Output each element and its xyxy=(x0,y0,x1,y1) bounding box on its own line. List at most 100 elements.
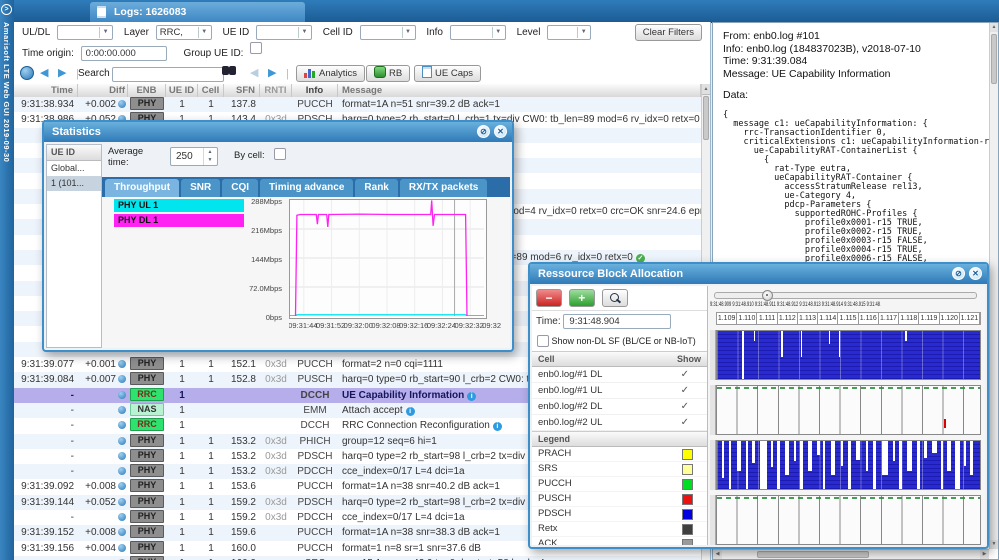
tab-rank[interactable]: Rank xyxy=(355,179,397,197)
uldl-select[interactable]: ▼ xyxy=(57,25,113,40)
info-select[interactable]: ▼ xyxy=(450,25,506,40)
band-plot[interactable] xyxy=(716,385,981,435)
info-icon[interactable]: i xyxy=(493,422,502,431)
ue-caps-button[interactable]: UE Caps xyxy=(414,65,481,82)
zoom-in-button[interactable]: + xyxy=(569,289,595,307)
column-header[interactable]: ENB xyxy=(128,84,166,97)
rb-window-titlebar[interactable]: Ressource Block Allocation ⊘ ✕ xyxy=(530,264,987,284)
statistics-window-titlebar[interactable]: Statistics ⊘ ✕ xyxy=(44,122,512,142)
cell-enb: PHY xyxy=(128,495,166,510)
rb-time-input[interactable]: 9:31:48.904 xyxy=(563,314,671,329)
cell-ueid: 1 xyxy=(166,541,198,556)
log-row[interactable]: 9:31:38.934+0.002PHY11137.8PUCCHformat=1… xyxy=(14,97,701,112)
history-ball-icon xyxy=(118,375,126,383)
rb-time-tick-labels: 9:31:48.909 9:31:48.910 9:31:48.911 9:31… xyxy=(710,301,881,310)
cell-row[interactable]: enb0.log/#1 UL✓ xyxy=(532,383,707,399)
close-window-icon[interactable]: ✕ xyxy=(969,267,982,280)
legend-item: ACK xyxy=(532,537,707,545)
info-icon[interactable]: i xyxy=(406,407,415,416)
ue-list-item[interactable]: 1 (101... xyxy=(47,176,101,191)
column-header[interactable]: RNTI xyxy=(260,84,292,97)
cell-row[interactable]: enb0.log/#2 UL✓ xyxy=(532,415,707,431)
cellid-select[interactable]: ▼ xyxy=(360,25,416,40)
log-row[interactable]: -PHY11160.0SRSsnr=15.1 epre=-42.9 ta=0 r… xyxy=(14,556,701,560)
column-header[interactable]: Cell xyxy=(198,84,224,97)
column-header[interactable]: UE ID xyxy=(166,84,198,97)
by-cell-checkbox[interactable] xyxy=(274,148,286,160)
detail-horizontal-scrollbar[interactable]: ◀ ▶ xyxy=(713,549,989,559)
band-plot[interactable] xyxy=(716,495,981,545)
scroll-down-icon[interactable]: ▼ xyxy=(990,540,998,549)
layer-select[interactable]: RRC,▼ xyxy=(156,25,212,40)
detach-window-icon[interactable]: ⊘ xyxy=(477,125,490,138)
tab-snr[interactable]: SNR xyxy=(181,179,220,197)
ue-list-item[interactable]: Global... xyxy=(47,161,101,176)
analytics-button[interactable]: Analytics xyxy=(296,65,365,82)
message-text: format=1A n=38 snr=40.2 dB ack=1 xyxy=(342,481,500,492)
separator: | xyxy=(286,66,289,82)
refresh-clock-icon[interactable] xyxy=(20,66,34,80)
clear-filters-button[interactable]: Clear Filters xyxy=(635,24,702,41)
scroll-thumb[interactable] xyxy=(757,551,869,558)
show-checkmark[interactable]: ✓ xyxy=(681,399,689,414)
cell-info: PUSCH xyxy=(292,372,338,387)
search-prev-arrow-icon[interactable]: ◀ xyxy=(250,66,258,81)
show-non-dl-sf-checkbox[interactable] xyxy=(537,335,549,347)
magnifier-icon[interactable] xyxy=(602,289,628,307)
show-checkmark[interactable]: ✓ xyxy=(681,383,689,398)
ueid-select[interactable]: ▼ xyxy=(256,25,312,40)
legend-header-label: Legend xyxy=(538,432,570,446)
close-window-icon[interactable]: ✕ xyxy=(494,125,507,138)
show-checkmark[interactable]: ✓ xyxy=(681,415,689,430)
prev-arrow-icon[interactable]: ◀ xyxy=(40,66,48,81)
group-ueid-checkbox[interactable] xyxy=(250,42,262,54)
scroll-thumb[interactable] xyxy=(703,96,709,140)
level-select[interactable]: ▼ xyxy=(547,25,591,40)
column-header[interactable]: Info xyxy=(292,84,338,97)
cell-time: - xyxy=(14,434,78,449)
info-icon[interactable]: i xyxy=(467,392,476,401)
tab-cqi[interactable]: CQI xyxy=(222,179,258,197)
detach-window-icon[interactable]: ⊘ xyxy=(952,267,965,280)
column-header[interactable]: Time xyxy=(14,84,78,97)
zoom-out-button[interactable]: − xyxy=(536,289,562,307)
cell-cell: 1 xyxy=(198,372,224,387)
tab-rx-tx-packets[interactable]: RX/TX packets xyxy=(400,179,487,197)
tab-throughput[interactable]: Throughput xyxy=(105,179,179,197)
detail-vertical-scrollbar[interactable]: ▲ ▼ xyxy=(989,23,998,549)
cell-sfn: 159.6 xyxy=(224,525,260,540)
rb-band-4 xyxy=(710,495,981,545)
stepper-arrows-icon[interactable]: ▲▼ xyxy=(203,148,216,165)
band-plot[interactable] xyxy=(716,330,981,380)
scroll-right-icon[interactable]: ▶ xyxy=(980,550,989,559)
average-time-stepper[interactable]: 250 ▲▼ xyxy=(170,147,218,166)
rb-button[interactable]: RB xyxy=(366,65,410,82)
cell-row[interactable]: enb0.log/#2 DL✓ xyxy=(532,399,707,415)
band-plot[interactable] xyxy=(716,440,981,490)
column-header[interactable]: Diff xyxy=(78,84,128,97)
cell-cell: 1 xyxy=(198,449,224,464)
scroll-up-icon[interactable]: ▲ xyxy=(702,84,710,95)
time-origin-input[interactable]: 0:00:00.000 xyxy=(81,46,167,61)
next-arrow-icon[interactable]: ▶ xyxy=(58,66,66,81)
tab-logs[interactable]: Logs: 1626083 xyxy=(90,2,305,22)
pusch-mark xyxy=(944,419,946,428)
scroll-left-icon[interactable]: ◀ xyxy=(713,550,722,559)
slider-thumb[interactable] xyxy=(762,290,773,301)
search-input[interactable] xyxy=(112,67,224,82)
scroll-up-icon[interactable]: ▲ xyxy=(990,23,998,32)
show-checkmark[interactable]: ✓ xyxy=(681,367,689,382)
legend-item[interactable]: PHY DL 1 xyxy=(114,214,244,227)
sidebar-expand-icon[interactable]: > xyxy=(1,4,12,15)
cell-ueid: 1 xyxy=(166,97,198,112)
column-header[interactable]: Message xyxy=(338,84,701,97)
legend-item[interactable]: PHY UL 1 xyxy=(114,199,244,212)
search-next-arrow-icon[interactable]: ▶ xyxy=(268,66,276,81)
scroll-thumb[interactable] xyxy=(991,34,997,84)
tab-timing-advance[interactable]: Timing advance xyxy=(260,179,353,197)
column-header[interactable]: SFN xyxy=(224,84,260,97)
rb-time-slider[interactable] xyxy=(714,292,977,299)
average-time-label: Average time: xyxy=(108,146,154,168)
cell-row[interactable]: enb0.log/#1 DL✓ xyxy=(532,367,707,383)
cell-time: - xyxy=(14,388,78,403)
